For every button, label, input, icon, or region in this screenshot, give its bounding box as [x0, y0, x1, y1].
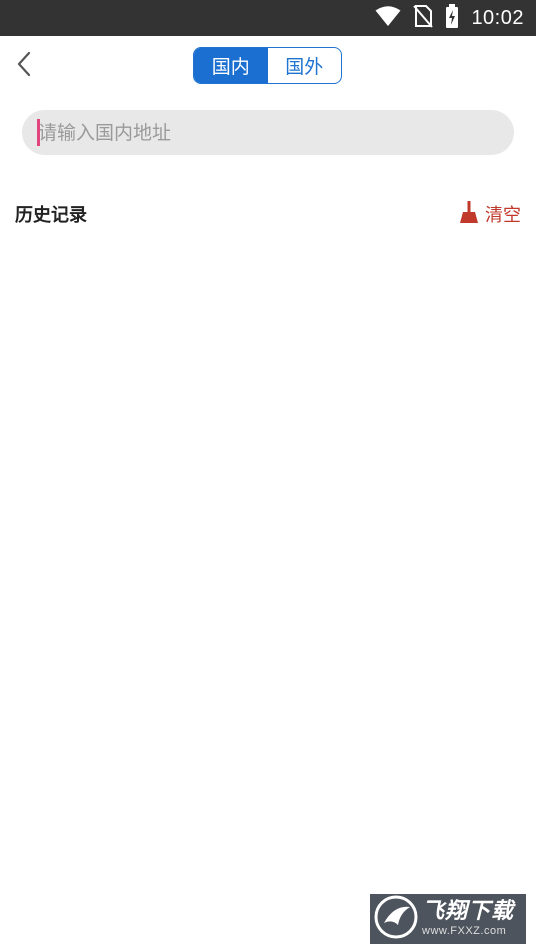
status-icons: 10:02: [375, 0, 524, 36]
watermark-brand: 飞翔下载: [422, 899, 515, 924]
no-sim-icon: [413, 4, 434, 32]
watermark-site: www.FXXZ.com: [422, 925, 507, 937]
battery-charging-icon: [445, 4, 459, 32]
search-bar: [22, 110, 514, 155]
region-segmented-control: 国内 国外: [193, 47, 342, 84]
clear-label: 清空: [485, 205, 521, 226]
chevron-left-icon: [16, 51, 32, 81]
text-cursor: [37, 119, 40, 146]
wifi-icon: [375, 5, 401, 31]
clear-history-button[interactable]: 清空: [459, 199, 521, 229]
bird-logo-icon: [374, 895, 418, 943]
watermark-text: 飞翔下载 www.FXXZ.com: [422, 901, 514, 937]
watermark-logo: 飞翔下载 www.FXXZ.com: [370, 894, 526, 944]
tab-domestic[interactable]: 国内: [194, 48, 268, 83]
status-time: 10:02: [471, 6, 524, 29]
history-title: 历史记录: [15, 205, 87, 226]
status-bar: 10:02: [0, 0, 536, 36]
tab-overseas[interactable]: 国外: [268, 48, 342, 83]
address-search-input[interactable]: [38, 110, 498, 155]
broom-icon: [459, 200, 479, 229]
back-button[interactable]: [8, 48, 40, 84]
header: 国内 国外: [0, 36, 536, 96]
